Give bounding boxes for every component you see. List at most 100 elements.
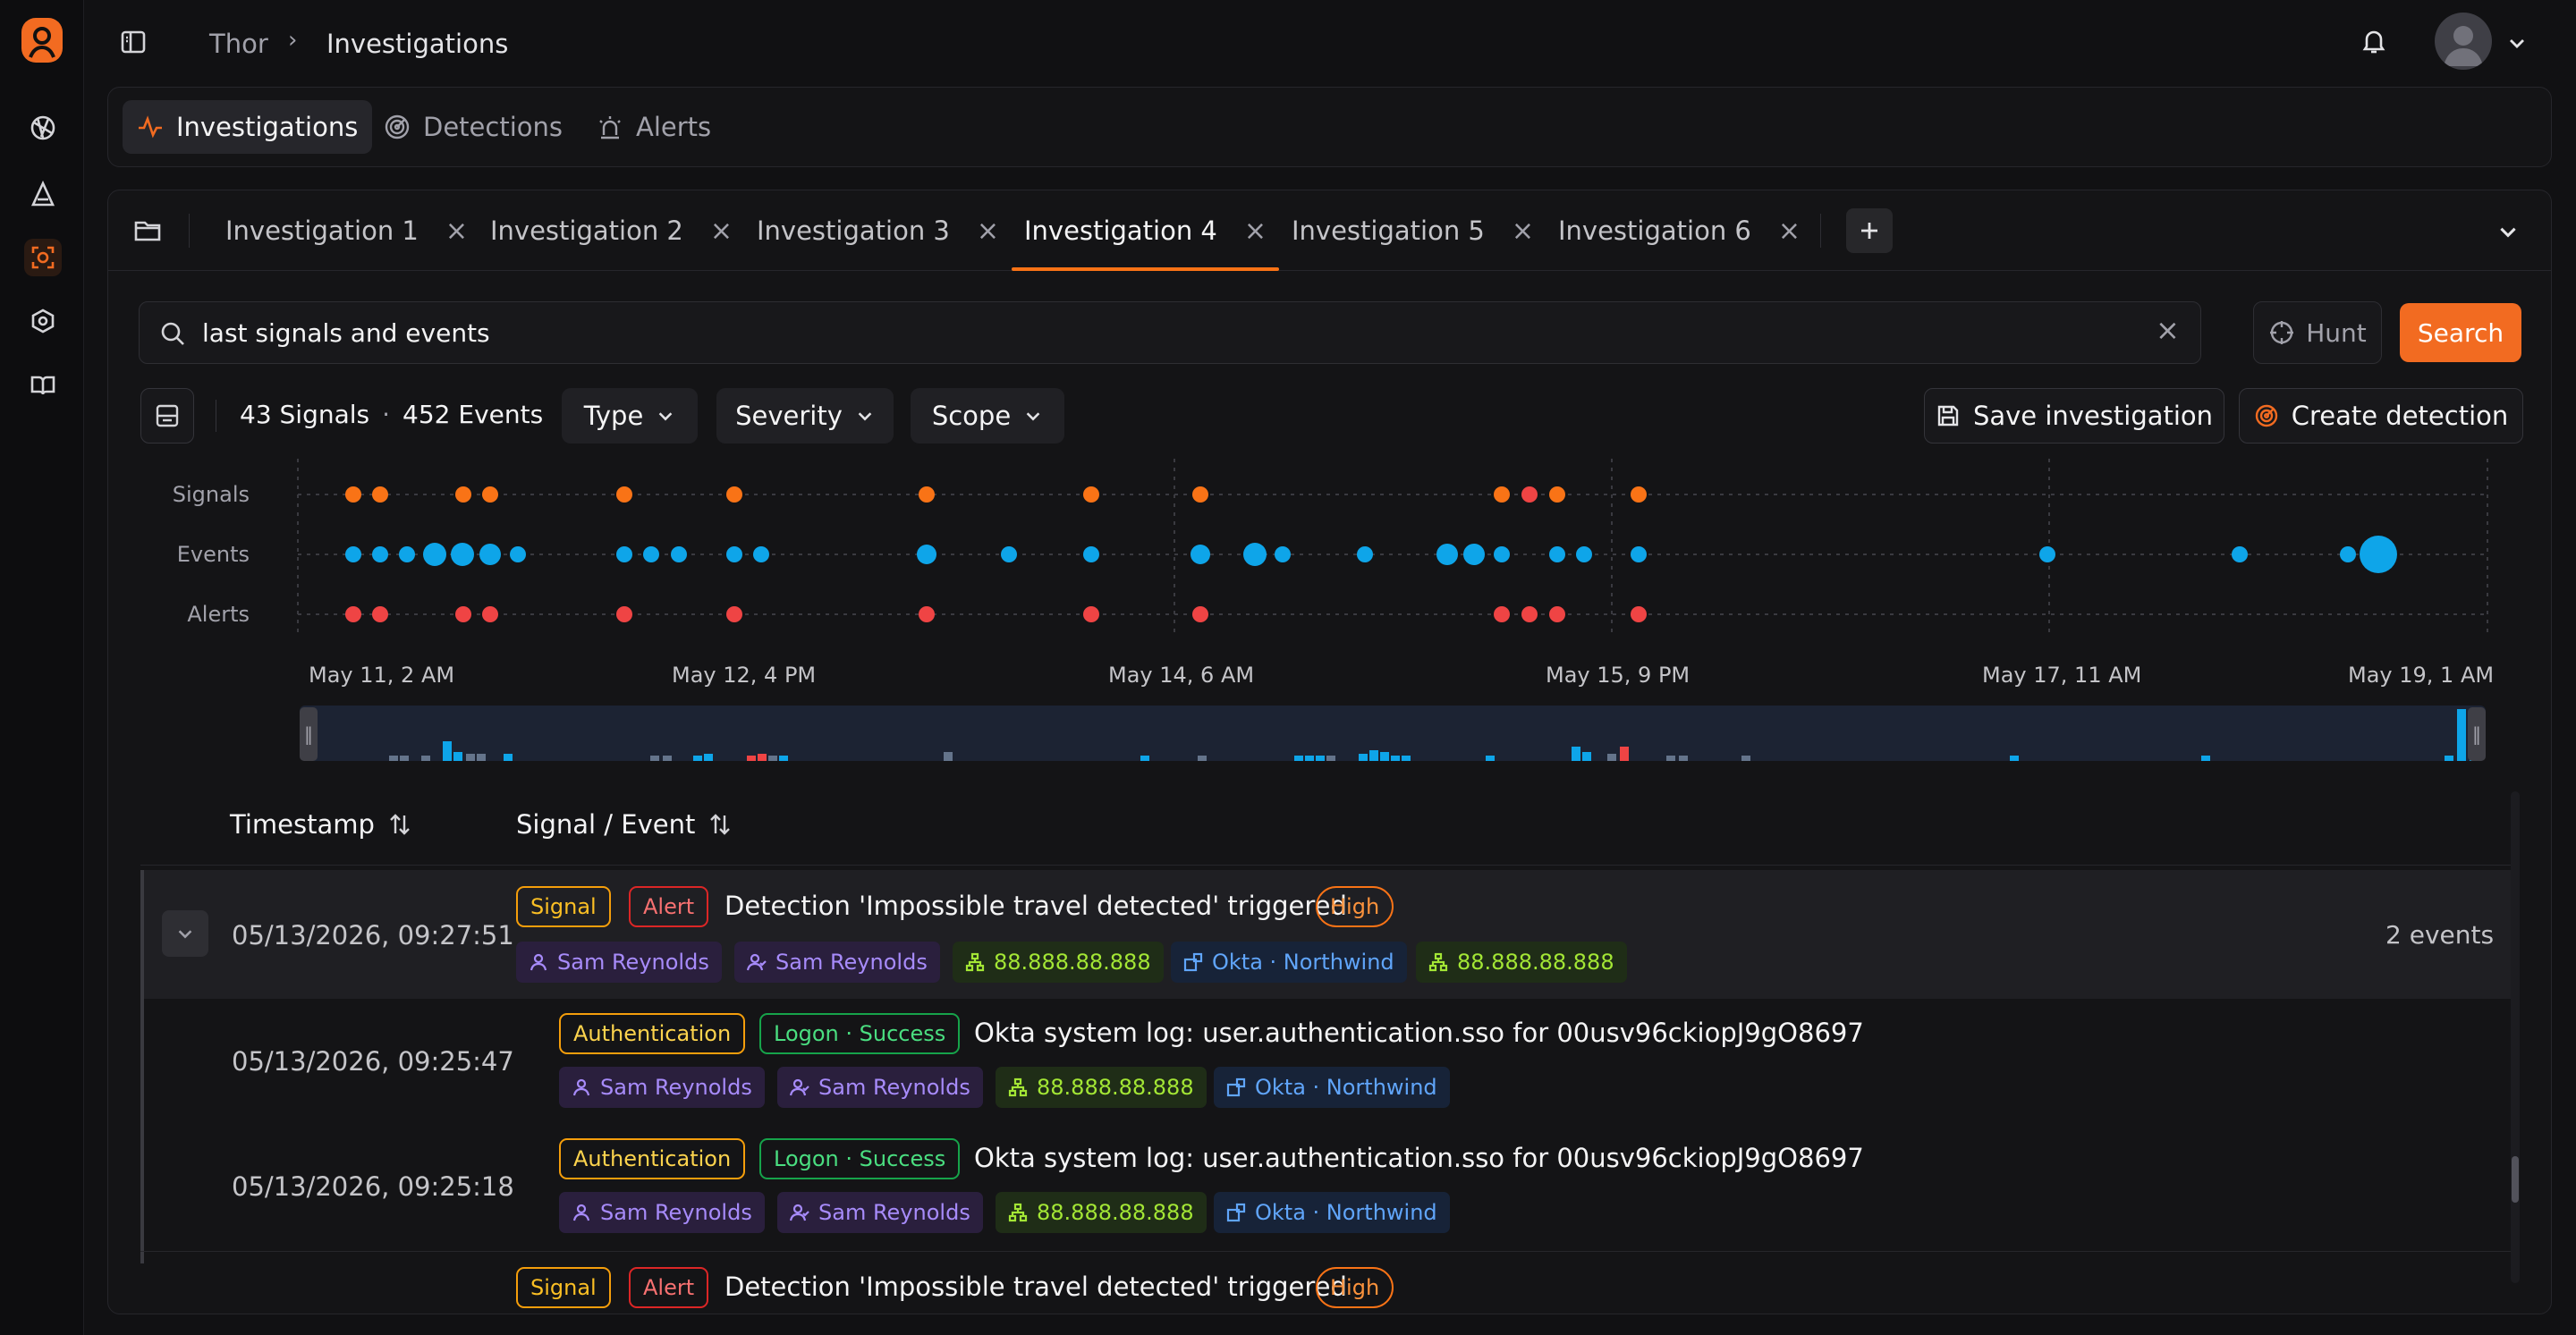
ip-chip[interactable]: 88.888.88.888	[953, 942, 1164, 983]
timeline-dot[interactable]	[919, 606, 935, 622]
app-logo-icon[interactable]	[20, 16, 64, 66]
timeline-dot[interactable]	[372, 486, 388, 503]
table-row-signal[interactable]: Signal Alert Detection 'Impossible trave…	[140, 1263, 2511, 1314]
account-chevron-down-icon[interactable]	[2506, 32, 2528, 54]
user-chip[interactable]: Sam Reynolds	[559, 1067, 765, 1108]
timeline-dot[interactable]	[616, 606, 632, 622]
hunt-button[interactable]: Hunt	[2253, 301, 2382, 364]
timeline-dot[interactable]	[2360, 536, 2397, 573]
timeline-dot[interactable]	[423, 543, 446, 566]
timeline-dot[interactable]	[399, 546, 415, 562]
triangle-icon[interactable]	[24, 175, 62, 213]
close-icon[interactable]: ×	[445, 215, 468, 247]
search-button[interactable]: Search	[2400, 303, 2521, 362]
create-detection-button[interactable]: Create detection	[2239, 388, 2523, 444]
timeline-dot[interactable]	[1191, 545, 1210, 564]
timeline-dot[interactable]	[1192, 606, 1208, 622]
user-chip[interactable]: Sam Reynolds	[777, 1067, 983, 1108]
timeline-dot[interactable]	[345, 546, 361, 562]
user-chip[interactable]: Sam Reynolds	[516, 942, 722, 983]
timeline-dot[interactable]	[482, 606, 498, 622]
timeline-dot[interactable]	[671, 546, 687, 562]
timeline-dot[interactable]	[726, 486, 742, 503]
severity-filter-dropdown[interactable]: Severity	[716, 388, 894, 444]
notifications-bell-icon[interactable]	[2360, 27, 2388, 55]
timeline-dot[interactable]	[1083, 546, 1099, 562]
tab-investigation-6[interactable]: Investigation 6 ×	[1558, 190, 1801, 271]
timeline-dot[interactable]	[1631, 486, 1647, 503]
ip-chip[interactable]: 88.888.88.888	[1416, 942, 1627, 983]
hexagon-icon[interactable]	[24, 302, 62, 340]
timeline-dot[interactable]	[919, 486, 935, 503]
timeline-dot[interactable]	[1494, 486, 1510, 503]
timeline-dot[interactable]	[345, 486, 361, 503]
breadcrumb-root[interactable]: Thor	[209, 29, 268, 59]
timeline-dot[interactable]	[345, 606, 361, 622]
timeline-dot[interactable]	[455, 486, 471, 503]
close-icon[interactable]: ×	[1512, 215, 1534, 247]
timeline-dot[interactable]	[1521, 606, 1538, 622]
user-chip[interactable]: Sam Reynolds	[777, 1192, 983, 1233]
timeline-dot[interactable]	[1357, 546, 1373, 562]
brush-left-handle[interactable]: ‖	[300, 707, 318, 761]
timeline-range-brush[interactable]	[300, 706, 2486, 761]
timeline-dot[interactable]	[917, 545, 936, 564]
timeline-dot[interactable]	[2039, 546, 2055, 562]
timeline-dot[interactable]	[1631, 606, 1647, 622]
timeline-dot[interactable]	[2232, 546, 2248, 562]
search-input[interactable]	[202, 311, 2107, 354]
close-icon[interactable]: ×	[1244, 215, 1267, 247]
save-investigation-button[interactable]: Save investigation	[1924, 388, 2224, 444]
tab-investigation-4[interactable]: Investigation 4 ×	[1011, 190, 1280, 271]
app-chip[interactable]: Okta · Northwind	[1214, 1067, 1450, 1108]
column-header-signal-event[interactable]: Signal / Event	[516, 809, 733, 840]
timeline-dot[interactable]	[1275, 546, 1291, 562]
timeline-dot[interactable]	[1436, 544, 1458, 565]
timeline-dot[interactable]	[616, 546, 632, 562]
search-bar[interactable]: ×	[139, 301, 2201, 364]
tabs-overflow-chevron-down-icon[interactable]	[2496, 220, 2520, 243]
close-icon[interactable]: ×	[977, 215, 999, 247]
timeline-dot[interactable]	[1192, 486, 1208, 503]
close-icon[interactable]: ×	[710, 215, 733, 247]
tab-investigation-2[interactable]: Investigation 2 ×	[490, 190, 733, 271]
timeline-dot[interactable]	[1083, 486, 1099, 503]
timeline-dot[interactable]	[510, 546, 526, 562]
ip-chip[interactable]: 88.888.88.888	[996, 1192, 1207, 1233]
timeline-dot[interactable]	[1549, 546, 1565, 562]
tab-investigation-1[interactable]: Investigation 1 ×	[225, 190, 468, 271]
timeline-dot[interactable]	[1494, 546, 1510, 562]
sort-icon[interactable]	[708, 812, 733, 837]
timeline-dot[interactable]	[455, 606, 471, 622]
timeline-dot[interactable]	[1463, 544, 1485, 565]
app-chip[interactable]: Okta · Northwind	[1214, 1192, 1450, 1233]
book-icon[interactable]	[24, 367, 62, 404]
user-chip[interactable]: Sam Reynolds	[559, 1192, 765, 1233]
scrollbar-thumb[interactable]	[2512, 1156, 2519, 1203]
timeline-dot[interactable]	[1083, 606, 1099, 622]
timeline-dot[interactable]	[1494, 606, 1510, 622]
timeline-dot[interactable]	[2340, 546, 2356, 562]
timeline-dot[interactable]	[372, 606, 388, 622]
timeline-dot[interactable]	[726, 606, 742, 622]
user-chip[interactable]: Sam Reynolds	[734, 942, 940, 983]
user-avatar[interactable]	[2435, 13, 2492, 70]
timeline-dot[interactable]	[616, 486, 632, 503]
nav-tab-alerts[interactable]: Alerts	[582, 100, 725, 154]
timeline-dot[interactable]	[1549, 486, 1565, 503]
timeline-dot[interactable]	[1001, 546, 1017, 562]
timeline-dot[interactable]	[372, 546, 388, 562]
add-tab-button[interactable]	[1846, 208, 1893, 253]
tab-investigation-3[interactable]: Investigation 3 ×	[757, 190, 999, 271]
investigation-icon[interactable]	[24, 239, 62, 276]
column-header-timestamp[interactable]: Timestamp	[230, 809, 412, 840]
timeline-dot[interactable]	[1631, 546, 1647, 562]
timeline-dot[interactable]	[1243, 543, 1267, 566]
timeline-dot[interactable]	[482, 486, 498, 503]
timeline-dot[interactable]	[1521, 486, 1538, 503]
toggle-timeline-button[interactable]	[140, 388, 194, 444]
table-scrollbar[interactable]	[2511, 791, 2520, 1283]
nav-tab-investigations[interactable]: Investigations	[123, 100, 373, 154]
app-chip[interactable]: Okta · Northwind	[1171, 942, 1407, 983]
folder-icon[interactable]	[133, 217, 162, 244]
